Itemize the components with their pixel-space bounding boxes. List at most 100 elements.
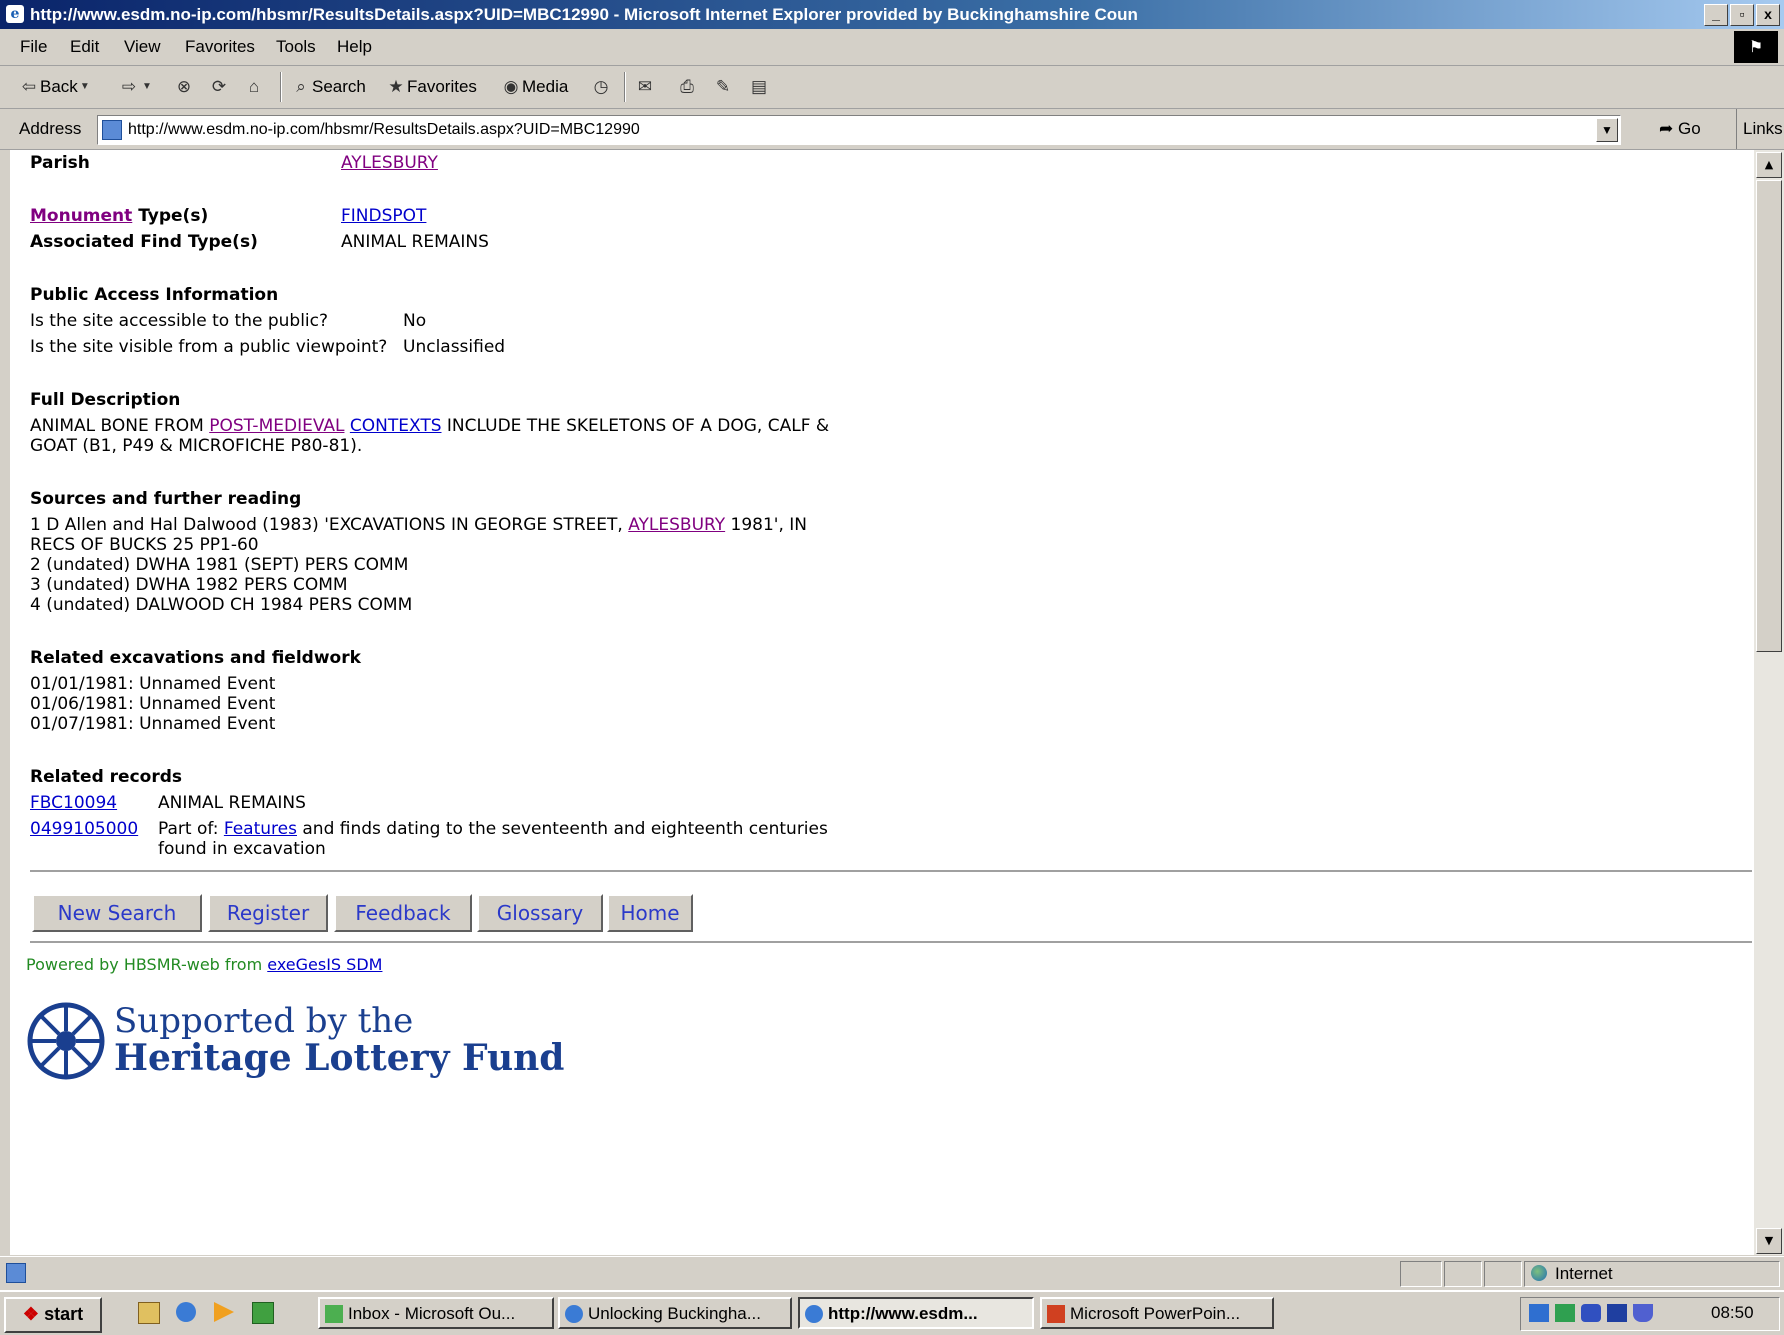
source-aylesbury-link[interactable]: AYLESBURY — [628, 515, 725, 535]
print-button[interactable]: ⎙ — [676, 72, 698, 102]
task-label: http://www.esdm... — [828, 1304, 978, 1323]
search-button[interactable]: ⌕ Search — [290, 72, 366, 102]
taskbar: ❖ start Inbox - Microsoft Ou... Unlockin… — [0, 1290, 1784, 1335]
address-input[interactable]: http://www.esdm.no-ip.com/hbsmr/ResultsD… — [97, 115, 1621, 145]
address-bar: Address http://www.esdm.no-ip.com/hbsmr/… — [0, 109, 1784, 150]
status-panel — [1444, 1261, 1482, 1287]
glossary-button[interactable]: Glossary — [477, 894, 603, 932]
ie-task-icon — [565, 1305, 583, 1323]
divider — [30, 870, 1752, 872]
history-icon: ◷ — [593, 77, 609, 96]
scroll-down-button[interactable]: ▼ — [1756, 1228, 1782, 1254]
access-question: Is the site accessible to the public? — [30, 311, 329, 331]
related-record-desc-2-line-2: found in excavation — [158, 839, 326, 859]
antivirus-tray-icon[interactable] — [1529, 1304, 1549, 1322]
heritage-lottery-fund-logo[interactable]: Supported by the Heritage Lottery Fund — [26, 1001, 564, 1081]
features-link[interactable]: Features — [224, 819, 297, 839]
menu-help[interactable]: Help — [337, 29, 372, 65]
vertical-scrollbar[interactable]: ▲ ▼ — [1754, 150, 1784, 1255]
discuss-button[interactable]: ▤ — [748, 72, 770, 102]
menu-file[interactable]: File — [20, 29, 47, 65]
print-icon: ⎙ — [680, 77, 694, 96]
clock[interactable]: 08:50 — [1711, 1298, 1754, 1328]
media-button[interactable]: ◉ Media — [500, 72, 569, 102]
shield-tray-icon[interactable] — [1633, 1304, 1653, 1322]
address-label: Address — [19, 119, 82, 138]
task-powerpoint[interactable]: Microsoft PowerPoin... — [1040, 1297, 1274, 1329]
history-button[interactable]: ◷ — [590, 72, 612, 102]
related-record-link-2[interactable]: 0499105000 — [30, 819, 138, 839]
task-label: Inbox - Microsoft Ou... — [348, 1304, 516, 1323]
post-medieval-link[interactable]: POST-MEDIEVAL — [209, 416, 344, 436]
ie-task-icon — [805, 1305, 823, 1323]
status-panel — [1400, 1261, 1442, 1287]
related-record-link-1[interactable]: FBC10094 — [30, 793, 117, 813]
minimize-button[interactable]: _ — [1704, 4, 1728, 26]
page-content: Parish AYLESBURY Monument Type(s) FINDSP… — [10, 150, 1754, 1255]
search-icon: ⌕ — [296, 77, 306, 96]
media-player-icon[interactable] — [214, 1302, 234, 1322]
parish-link[interactable]: AYLESBURY — [341, 153, 438, 173]
task-esdm-browser[interactable]: http://www.esdm... — [798, 1297, 1034, 1329]
maximize-button[interactable]: ▫ — [1730, 4, 1754, 26]
exegesis-link[interactable]: exeGesIS SDM — [267, 955, 382, 974]
menu-bar: File Edit View Favorites Tools Help — [0, 29, 1784, 66]
new-search-button[interactable]: New Search — [32, 894, 202, 932]
source-1-text-2: 1981', IN — [725, 515, 808, 535]
favorites-button[interactable]: ★ Favorites — [385, 72, 477, 102]
menu-edit[interactable]: Edit — [70, 29, 99, 65]
task-inbox[interactable]: Inbox - Microsoft Ou... — [318, 1297, 554, 1329]
stop-icon: ⊗ — [176, 77, 192, 96]
feedback-button[interactable]: Feedback — [334, 894, 472, 932]
mail-icon: ✉ — [637, 77, 653, 96]
close-button[interactable]: x — [1756, 4, 1780, 26]
task-label: Microsoft PowerPoin... — [1070, 1304, 1241, 1323]
desktop-icon[interactable] — [138, 1302, 160, 1324]
register-button[interactable]: Register — [208, 894, 328, 932]
security-tray-icon[interactable] — [1581, 1304, 1601, 1322]
discuss-icon: ▤ — [750, 77, 768, 96]
start-button[interactable]: ❖ start — [4, 1297, 102, 1333]
related-record-desc-1: ANIMAL REMAINS — [158, 793, 306, 813]
hlf-emblem-icon — [27, 1002, 105, 1080]
title-bar: e http://www.esdm.no-ip.com/hbsmr/Result… — [0, 0, 1784, 29]
task-unlocking[interactable]: Unlocking Buckingha... — [558, 1297, 792, 1329]
menu-favorites[interactable]: Favorites — [185, 29, 255, 65]
home-button[interactable]: Home — [607, 894, 693, 932]
edit-button[interactable]: ✎ — [712, 72, 734, 102]
scroll-up-button[interactable]: ▲ — [1756, 152, 1782, 178]
forward-button[interactable]: ⇨ ▼ — [118, 72, 154, 102]
monument-type-label: Monument Type(s) — [30, 206, 208, 226]
home-icon: ⌂ — [248, 77, 260, 96]
scroll-thumb[interactable] — [1756, 180, 1782, 652]
monument-type-label-rest: Type(s) — [132, 206, 209, 226]
status-bar: Internet — [0, 1256, 1784, 1290]
mail-button[interactable]: ✉ — [634, 72, 656, 102]
menu-tools[interactable]: Tools — [276, 29, 316, 65]
related-records-heading: Related records — [30, 767, 183, 787]
menu-view[interactable]: View — [124, 29, 161, 65]
visible-question: Is the site visible from a public viewpo… — [30, 337, 388, 357]
hlf-supported-by: Supported by the — [114, 1001, 414, 1041]
monument-type-link[interactable]: FINDSPOT — [341, 206, 426, 226]
back-button[interactable]: ⇦ Back ▼ — [18, 72, 92, 102]
refresh-button[interactable]: ⟳ — [208, 72, 230, 102]
links-button[interactable]: Links — [1736, 109, 1783, 149]
parish-label: Parish — [30, 153, 90, 173]
address-dropdown-button[interactable]: ▼ — [1596, 118, 1618, 142]
home-toolbar-button[interactable]: ⌂ — [243, 72, 265, 102]
refresh-icon: ⟳ — [211, 77, 227, 96]
monument-link[interactable]: Monument — [30, 206, 132, 226]
source-1-line-1: 1 D Allen and Hal Dalwood (1983) 'EXCAVA… — [30, 515, 807, 535]
language-tray-icon[interactable] — [1607, 1304, 1627, 1322]
network-tray-icon[interactable] — [1555, 1304, 1575, 1322]
contexts-link[interactable]: CONTEXTS — [350, 416, 442, 436]
go-button[interactable]: ➦ Go — [1659, 109, 1701, 149]
related-record-desc-2-rest: and finds dating to the seventeenth and … — [296, 819, 828, 839]
sources-heading: Sources and further reading — [30, 489, 302, 509]
app-quicklaunch-icon[interactable] — [252, 1302, 274, 1324]
access-answer: No — [403, 311, 427, 331]
ie-quicklaunch-icon[interactable] — [176, 1302, 196, 1322]
stop-button[interactable]: ⊗ — [173, 72, 195, 102]
zone-panel: Internet — [1524, 1261, 1780, 1287]
